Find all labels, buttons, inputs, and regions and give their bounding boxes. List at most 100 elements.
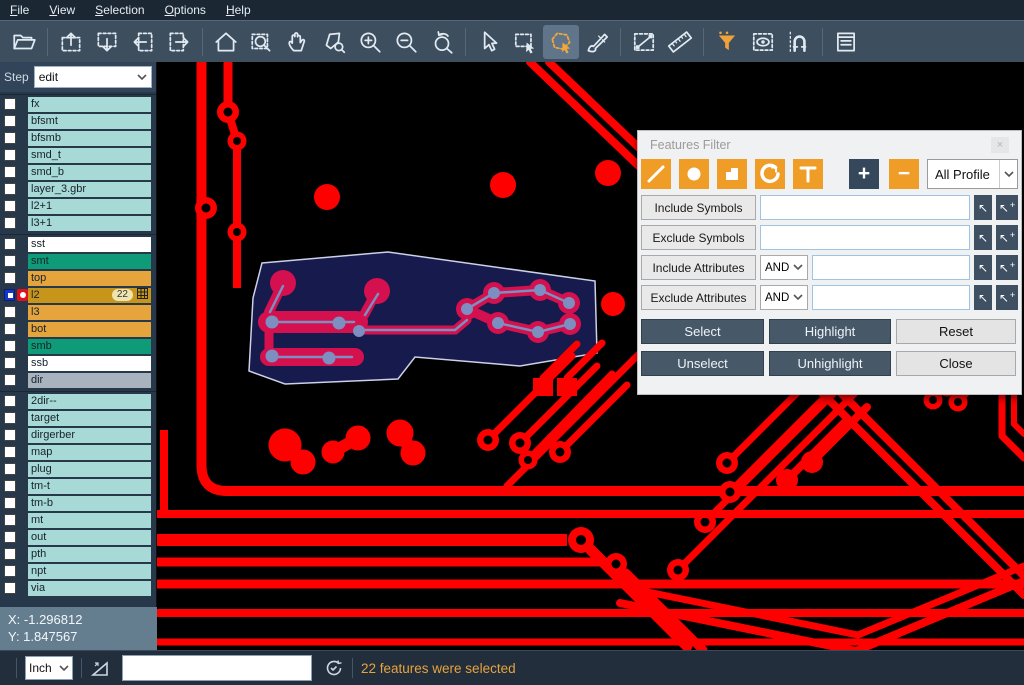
layer-label[interactable]: bot bbox=[28, 322, 151, 337]
layer-label[interactable]: smb bbox=[28, 339, 151, 354]
select-rectangle-icon[interactable] bbox=[507, 25, 543, 59]
pad-tool-button[interactable] bbox=[679, 159, 709, 189]
layer-row-pth[interactable]: pth bbox=[0, 546, 156, 562]
layer-checkbox[interactable] bbox=[4, 166, 16, 178]
layer-label[interactable]: out bbox=[28, 530, 151, 545]
pick-add-arrow-button[interactable]: ↖+ bbox=[996, 225, 1018, 250]
pan-left-icon[interactable] bbox=[125, 25, 161, 59]
zoom-previous-icon[interactable] bbox=[424, 25, 460, 59]
layer-checkbox[interactable] bbox=[4, 412, 16, 424]
layer-checkbox[interactable] bbox=[4, 340, 16, 352]
layer-label[interactable]: smt bbox=[28, 254, 151, 269]
layer-label[interactable]: dir bbox=[28, 373, 151, 388]
pan-right-icon[interactable] bbox=[161, 25, 197, 59]
profile-dropdown[interactable]: All Profile bbox=[927, 159, 1018, 189]
layer-label[interactable]: bfsmb bbox=[28, 131, 151, 146]
menu-item-help[interactable]: Help bbox=[226, 3, 251, 17]
layer-row-map[interactable]: map bbox=[0, 444, 156, 460]
layer-label[interactable]: dirgerber bbox=[28, 428, 151, 443]
pick-arrow-button[interactable]: ↖ bbox=[974, 195, 992, 220]
pan-down-icon[interactable] bbox=[89, 25, 125, 59]
view-options-icon[interactable] bbox=[745, 25, 781, 59]
reset-button[interactable]: Reset bbox=[896, 319, 1016, 344]
layer-label[interactable]: l3+1 bbox=[28, 216, 151, 231]
layer-checkbox[interactable] bbox=[4, 480, 16, 492]
layer-checkbox[interactable] bbox=[4, 446, 16, 458]
unselect-button[interactable]: Unselect bbox=[641, 351, 764, 376]
home-icon[interactable] bbox=[208, 25, 244, 59]
layer-checkbox[interactable] bbox=[4, 531, 16, 543]
line-tool-button[interactable] bbox=[641, 159, 671, 189]
layer-row-out[interactable]: out bbox=[0, 529, 156, 545]
measure-line-icon[interactable] bbox=[626, 25, 662, 59]
include-mode-button[interactable]: + bbox=[849, 159, 879, 189]
layer-label[interactable]: l3 bbox=[28, 305, 151, 320]
active-layer-indicator[interactable] bbox=[17, 289, 28, 301]
layer-checkbox[interactable] bbox=[4, 357, 16, 369]
layer-row-bfsmb[interactable]: bfsmb bbox=[0, 130, 156, 146]
highlight-button[interactable]: Highlight bbox=[769, 319, 891, 344]
menu-item-view[interactable]: View bbox=[49, 3, 75, 17]
layer-row-plug[interactable]: plug bbox=[0, 461, 156, 477]
layer-row-fx[interactable]: fx bbox=[0, 96, 156, 112]
menu-item-file[interactable]: File bbox=[10, 3, 29, 17]
and-dropdown[interactable]: AND bbox=[760, 255, 808, 280]
layer-label[interactable]: mt bbox=[28, 513, 151, 528]
layer-label[interactable]: pth bbox=[28, 547, 151, 562]
layer-checkbox[interactable] bbox=[4, 374, 16, 386]
layer-checkbox[interactable] bbox=[4, 463, 16, 475]
layer-label[interactable]: bfsmt bbox=[28, 114, 151, 129]
layer-row-top[interactable]: top bbox=[0, 270, 156, 286]
layer-row-l2[interactable]: l222 bbox=[0, 287, 156, 303]
layer-label[interactable]: map bbox=[28, 445, 151, 460]
layers-table-icon[interactable] bbox=[828, 25, 864, 59]
select-arrow-icon[interactable] bbox=[471, 25, 507, 59]
layer-checkbox[interactable] bbox=[4, 183, 16, 195]
select-button[interactable]: Select bbox=[641, 319, 764, 344]
layer-row-dirgerber[interactable]: dirgerber bbox=[0, 427, 156, 443]
open-folder-icon[interactable] bbox=[6, 25, 42, 59]
pick-add-arrow-button[interactable]: ↖+ bbox=[996, 195, 1018, 220]
layer-row-l3+1[interactable]: l3+1 bbox=[0, 215, 156, 231]
filter-label-button[interactable]: Include Symbols bbox=[641, 195, 756, 220]
layer-row-bfsmt[interactable]: bfsmt bbox=[0, 113, 156, 129]
pick-add-arrow-button[interactable]: ↖+ bbox=[996, 255, 1018, 280]
filter-value-input[interactable] bbox=[812, 285, 970, 310]
filter-label-button[interactable]: Exclude Symbols bbox=[641, 225, 756, 250]
layer-checkbox[interactable] bbox=[4, 200, 16, 212]
layer-row-l2+1[interactable]: l2+1 bbox=[0, 198, 156, 214]
layer-checkbox[interactable] bbox=[4, 238, 16, 250]
zoom-in-icon[interactable] bbox=[352, 25, 388, 59]
layer-row-tm-b[interactable]: tm-b bbox=[0, 495, 156, 511]
layer-checkbox[interactable] bbox=[4, 98, 16, 110]
text-tool-button[interactable] bbox=[793, 159, 823, 189]
layer-checkbox[interactable] bbox=[4, 132, 16, 144]
grid-icon[interactable] bbox=[137, 288, 148, 302]
close-button[interactable]: Close bbox=[896, 351, 1016, 376]
snap-magnet-icon[interactable] bbox=[781, 25, 817, 59]
layer-label[interactable]: top bbox=[28, 271, 151, 286]
layer-checkbox[interactable] bbox=[4, 306, 16, 318]
layer-label[interactable]: tm-t bbox=[28, 479, 151, 494]
layer-checkbox[interactable] bbox=[4, 115, 16, 127]
pick-arrow-button[interactable]: ↖ bbox=[974, 225, 992, 250]
units-dropdown[interactable]: Inch bbox=[25, 656, 73, 680]
arc-tool-button[interactable] bbox=[755, 159, 785, 189]
unhighlight-button[interactable]: Unhighlight bbox=[769, 351, 891, 376]
pick-arrow-button[interactable]: ↖ bbox=[974, 255, 992, 280]
filter-label-button[interactable]: Exclude Attributes bbox=[641, 285, 756, 310]
layer-label[interactable]: l2+1 bbox=[28, 199, 151, 214]
command-input[interactable] bbox=[122, 655, 312, 681]
filter-value-input[interactable] bbox=[760, 225, 970, 250]
layer-row-npt[interactable]: npt bbox=[0, 563, 156, 579]
zoom-shape-icon[interactable] bbox=[316, 25, 352, 59]
filter-value-input[interactable] bbox=[812, 255, 970, 280]
layer-label[interactable]: smd_b bbox=[28, 165, 151, 180]
layer-row-dir[interactable]: dir bbox=[0, 372, 156, 388]
filter-value-input[interactable] bbox=[760, 195, 970, 220]
pick-arrow-button[interactable]: ↖ bbox=[974, 285, 992, 310]
layer-row-2dir--[interactable]: 2dir-- bbox=[0, 393, 156, 409]
pan-up-icon[interactable] bbox=[53, 25, 89, 59]
layer-row-l3[interactable]: l3 bbox=[0, 304, 156, 320]
layer-row-ssb[interactable]: ssb bbox=[0, 355, 156, 371]
